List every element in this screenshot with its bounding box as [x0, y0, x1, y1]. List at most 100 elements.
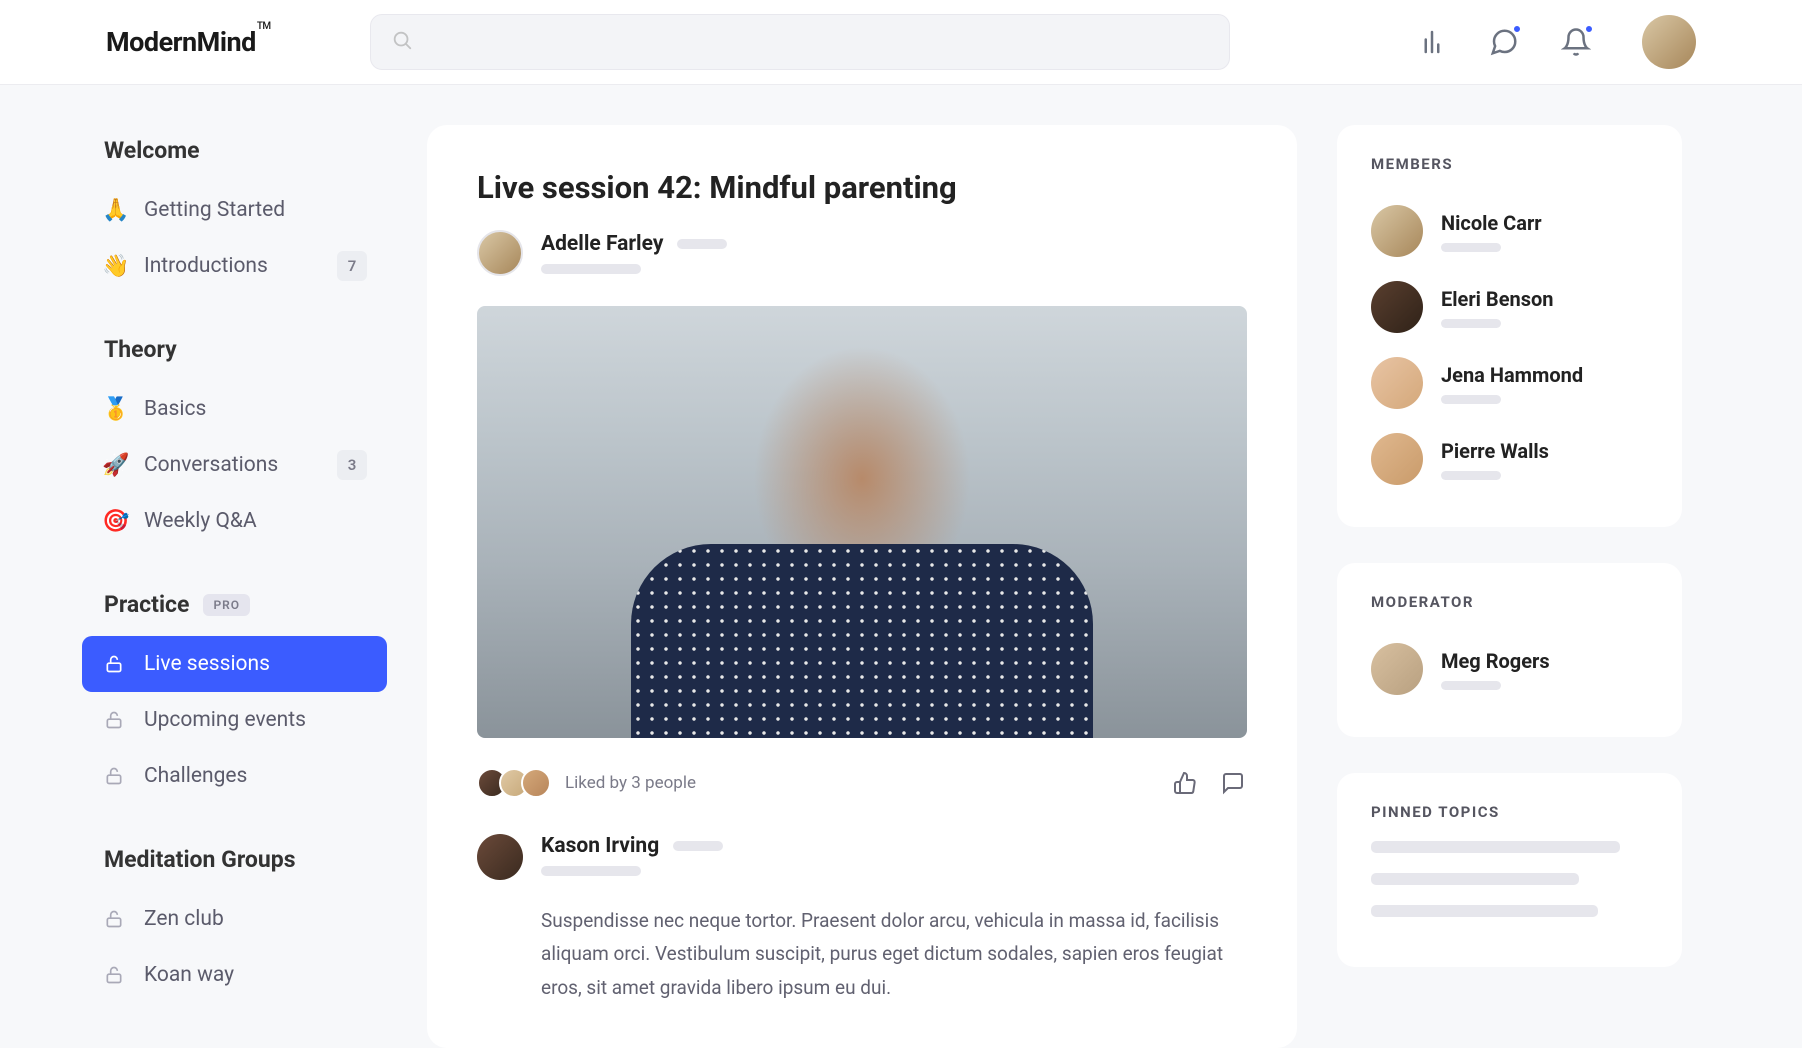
analytics-icon[interactable] [1414, 24, 1450, 60]
sidebar-item-label: Getting Started [144, 198, 367, 222]
sidebar-item-label: Koan way [144, 963, 367, 987]
comment-button[interactable] [1219, 769, 1247, 797]
lock-icon [102, 764, 126, 788]
author-avatar[interactable] [477, 230, 523, 276]
placeholder-skeleton [1371, 873, 1579, 885]
sidebar-section-title: Welcome [82, 125, 387, 182]
rocket-icon: 🚀 [102, 453, 126, 478]
sidebar-item-label: Upcoming events [144, 708, 367, 732]
notification-dot [1512, 24, 1522, 34]
item-count-badge: 7 [337, 251, 367, 281]
sidebar-item-label: Challenges [144, 764, 367, 788]
member-row[interactable]: Pierre Walls [1371, 421, 1648, 497]
sidebar-item-introductions[interactable]: 👋 Introductions 7 [82, 238, 387, 294]
placeholder-skeleton [541, 264, 641, 274]
moderator-name: Meg Rogers [1441, 649, 1550, 673]
liker-avatar [521, 768, 551, 798]
member-name: Jena Hammond [1441, 363, 1583, 387]
bell-icon[interactable] [1558, 24, 1594, 60]
pray-icon: 🙏 [102, 198, 126, 223]
lock-icon [102, 708, 126, 732]
user-avatar[interactable] [1642, 15, 1696, 69]
messages-icon[interactable] [1486, 24, 1522, 60]
sidebar-item-upcoming-events[interactable]: Upcoming events [82, 692, 387, 748]
sidebar-item-weekly-qa[interactable]: 🎯 Weekly Q&A [82, 493, 387, 549]
sidebar-item-conversations[interactable]: 🚀 Conversations 3 [82, 437, 387, 493]
right-column: Members Nicole Carr Eleri Benson Jena Ha… [1337, 125, 1682, 1048]
post-card: Live session 42: Mindful parenting Adell… [427, 125, 1297, 1048]
sidebar-item-label: Zen club [144, 907, 367, 931]
sidebar-item-label: Weekly Q&A [144, 509, 367, 533]
post-author-row: Adelle Farley [477, 230, 1247, 276]
liked-by-text: Liked by 3 people [565, 773, 696, 793]
sidebar-item-live-sessions[interactable]: Live sessions [82, 636, 387, 692]
lock-icon [102, 963, 126, 987]
pinned-topics-card: Pinned Topics [1337, 773, 1682, 967]
reactions-row: Liked by 3 people [477, 768, 1247, 798]
sidebar-item-getting-started[interactable]: 🙏 Getting Started [82, 182, 387, 238]
moderator-avatar [1371, 643, 1423, 695]
comment-author[interactable]: Kason Irving [541, 834, 659, 858]
members-card: Members Nicole Carr Eleri Benson Jena Ha… [1337, 125, 1682, 527]
sidebar-item-basics[interactable]: 🥇 Basics [82, 381, 387, 437]
member-avatar [1371, 281, 1423, 333]
main-content: Live session 42: Mindful parenting Adell… [427, 125, 1297, 1048]
medal-icon: 🥇 [102, 397, 126, 422]
sidebar-section-title: Practice PRO [82, 579, 387, 636]
like-button[interactable] [1171, 769, 1199, 797]
moderator-row[interactable]: Meg Rogers [1371, 631, 1648, 707]
member-avatar [1371, 357, 1423, 409]
member-name: Eleri Benson [1441, 287, 1553, 311]
search-box[interactable] [370, 14, 1230, 70]
placeholder-skeleton [673, 841, 723, 851]
session-video[interactable] [477, 306, 1247, 738]
placeholder-skeleton [1441, 319, 1501, 328]
members-title: Members [1371, 155, 1648, 173]
sidebar-item-koan-way[interactable]: Koan way [82, 947, 387, 1003]
member-name: Pierre Walls [1441, 439, 1549, 463]
comment-avatar[interactable] [477, 834, 523, 880]
placeholder-skeleton [1441, 395, 1501, 404]
moderator-card: Moderator Meg Rogers [1337, 563, 1682, 737]
member-avatar [1371, 205, 1423, 257]
sidebar-item-zen-club[interactable]: Zen club [82, 891, 387, 947]
pinned-title: Pinned Topics [1371, 803, 1648, 821]
sidebar-item-label: Introductions [144, 254, 319, 278]
item-count-badge: 3 [337, 450, 367, 480]
brand-name: ModernMind [106, 26, 256, 58]
member-row[interactable]: Eleri Benson [1371, 269, 1648, 345]
lock-icon [102, 907, 126, 931]
brand-logo[interactable]: ModernMindTM [106, 26, 270, 58]
member-avatar [1371, 433, 1423, 485]
post-title: Live session 42: Mindful parenting [477, 169, 1247, 206]
sidebar-item-label: Basics [144, 397, 367, 421]
search-icon [391, 29, 413, 55]
sidebar: Welcome 🙏 Getting Started 👋 Introduction… [82, 125, 387, 1048]
placeholder-skeleton [1441, 243, 1501, 252]
author-name[interactable]: Adelle Farley [541, 232, 663, 256]
placeholder-skeleton [1441, 681, 1501, 690]
sidebar-item-label: Live sessions [144, 652, 367, 676]
notification-dot [1584, 24, 1594, 34]
comment: Kason Irving Suspendisse nec neque torto… [477, 834, 1247, 1004]
brand-tm: TM [257, 21, 271, 32]
placeholder-skeleton [541, 866, 641, 876]
placeholder-skeleton [1371, 905, 1598, 917]
member-row[interactable]: Nicole Carr [1371, 193, 1648, 269]
target-icon: 🎯 [102, 509, 126, 534]
placeholder-skeleton [677, 239, 727, 249]
sidebar-item-label: Conversations [144, 453, 319, 477]
header-actions [1414, 15, 1696, 69]
pro-badge: PRO [203, 594, 250, 616]
search-input[interactable] [427, 32, 1209, 53]
liker-avatars[interactable] [477, 768, 543, 798]
placeholder-skeleton [1441, 471, 1501, 480]
member-name: Nicole Carr [1441, 211, 1542, 235]
app-header: ModernMindTM [0, 0, 1802, 85]
member-row[interactable]: Jena Hammond [1371, 345, 1648, 421]
placeholder-skeleton [1371, 841, 1620, 853]
wave-icon: 👋 [102, 254, 126, 279]
sidebar-item-challenges[interactable]: Challenges [82, 748, 387, 804]
sidebar-section-title: Meditation Groups [82, 834, 387, 891]
lock-icon [102, 652, 126, 676]
